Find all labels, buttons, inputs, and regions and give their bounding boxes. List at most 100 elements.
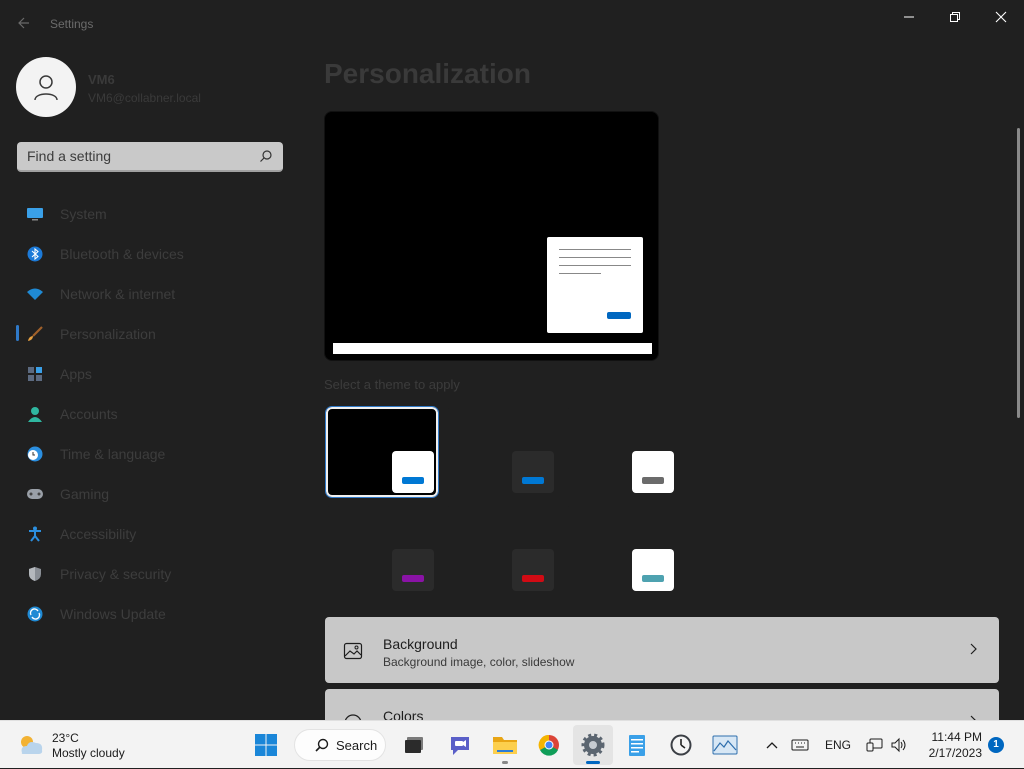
update-icon — [26, 605, 44, 623]
sidebar-nav: System Bluetooth & devices Network & int… — [16, 194, 288, 634]
sidebar-item-network[interactable]: Network & internet — [16, 274, 288, 314]
sidebar-item-label: Network & internet — [60, 286, 176, 302]
notification-badge[interactable]: 1 — [988, 737, 1004, 753]
card-title: Colors — [383, 708, 424, 720]
sidebar-item-label: Personalization — [60, 326, 156, 342]
sidebar-item-personalization[interactable]: Personalization — [16, 314, 288, 354]
taskbar-clock[interactable]: 11:44 PM 2/17/2023 — [920, 729, 982, 761]
chrome-icon — [538, 734, 559, 756]
sidebar-item-label: Accessibility — [60, 526, 137, 542]
show-hidden-icons-button[interactable] — [760, 721, 784, 769]
theme-accent-swatch — [642, 575, 664, 582]
running-indicator — [502, 761, 508, 764]
user-icon — [34, 75, 58, 101]
preview-accent-button — [607, 312, 631, 319]
preview-taskbar — [333, 343, 652, 354]
sidebar-item-system[interactable]: System — [16, 194, 288, 234]
photos-icon — [712, 735, 738, 755]
network-icon — [866, 738, 883, 752]
settings-icon — [581, 733, 605, 757]
sidebar-item-label: Privacy & security — [60, 566, 172, 582]
clock-globe-icon — [26, 445, 44, 463]
shield-icon — [26, 565, 44, 583]
task-view-button[interactable] — [394, 725, 434, 765]
back-arrow-icon[interactable] — [14, 14, 34, 34]
app-title: Settings — [50, 17, 94, 31]
search-icon[interactable] — [259, 149, 273, 163]
start-icon — [255, 734, 277, 756]
theme-option[interactable] — [566, 407, 678, 497]
theme-accent-swatch — [642, 477, 664, 484]
settings-search[interactable] — [17, 142, 283, 172]
chevron-up-icon — [766, 742, 778, 749]
theme-accent-swatch — [402, 477, 424, 484]
apps-icon — [26, 365, 44, 383]
teams-chat-icon — [451, 737, 469, 755]
scrollbar[interactable] — [1017, 128, 1020, 418]
taskbar-search[interactable]: Search — [294, 729, 386, 761]
user-email: VM6@collabner.local — [88, 91, 201, 105]
theme-option[interactable] — [566, 505, 678, 595]
theme-window-swatch — [632, 451, 674, 493]
chrome-button[interactable] — [529, 725, 569, 765]
theme-accent-swatch — [522, 477, 544, 484]
taskbar: 23°C Mostly cloudy Search ENG 11:44 PM 2… — [0, 720, 1024, 768]
sidebar-item-accounts[interactable]: Accounts — [16, 394, 288, 434]
sidebar-item-time-language[interactable]: Time & language — [16, 434, 288, 474]
sidebar-item-gaming[interactable]: Gaming — [16, 474, 288, 514]
network-button[interactable] — [864, 721, 886, 769]
search-input[interactable] — [17, 142, 257, 170]
notepad-button[interactable] — [617, 725, 657, 765]
cloudy-icon — [21, 736, 43, 754]
theme-option[interactable] — [446, 505, 558, 595]
themes-section-label: Select a theme to apply — [324, 377, 460, 392]
theme-option[interactable] — [325, 406, 439, 498]
theme-window-swatch — [392, 451, 434, 493]
settings-taskbar-button[interactable] — [573, 725, 613, 765]
theme-accent-swatch — [402, 575, 424, 582]
sidebar-item-apps[interactable]: Apps — [16, 354, 288, 394]
taskbar-search-label: Search — [336, 737, 378, 753]
sidebar-item-windows-update[interactable]: Windows Update — [16, 594, 288, 634]
file-explorer-button[interactable] — [485, 725, 525, 765]
sidebar-item-label: Bluetooth & devices — [60, 246, 184, 262]
sidebar-item-privacy-security[interactable]: Privacy & security — [16, 554, 288, 594]
clock-date: 2/17/2023 — [928, 746, 982, 760]
sidebar-item-label: Accounts — [60, 406, 118, 422]
theme-preview — [324, 111, 659, 361]
theme-window-swatch — [512, 451, 554, 493]
volume-button[interactable] — [888, 721, 910, 769]
palette-icon — [344, 714, 362, 720]
touch-keyboard-button[interactable] — [788, 721, 812, 769]
weather-temperature: 23°C — [52, 731, 79, 745]
theme-option[interactable] — [326, 505, 438, 595]
main-content: Personalization Select a theme to apply … — [324, 0, 1024, 720]
sidebar-item-label: Time & language — [60, 446, 166, 462]
clock-app-button[interactable] — [661, 725, 701, 765]
clock-app-icon — [670, 734, 692, 756]
preview-text-line — [559, 249, 631, 250]
theme-window-swatch — [632, 549, 674, 591]
teams-chat-button[interactable] — [440, 725, 480, 765]
notepad-icon — [629, 735, 645, 756]
active-indicator — [586, 761, 600, 764]
input-language[interactable]: ENG — [820, 721, 856, 769]
colors-card[interactable]: Colors — [325, 689, 999, 720]
weather-description: Mostly cloudy — [52, 746, 125, 760]
theme-window-swatch — [512, 549, 554, 591]
sidebar-item-accessibility[interactable]: Accessibility — [16, 514, 288, 554]
preview-text-line — [559, 265, 631, 266]
person-icon — [26, 405, 44, 423]
page-title: Personalization — [324, 58, 531, 89]
start-button[interactable] — [246, 725, 286, 765]
theme-option[interactable] — [446, 407, 558, 497]
theme-window-swatch — [392, 549, 434, 591]
search-icon — [315, 738, 329, 752]
photos-button[interactable] — [705, 725, 745, 765]
chevron-right-icon — [970, 643, 977, 655]
sidebar-item-label: System — [60, 206, 107, 222]
sidebar-item-bluetooth[interactable]: Bluetooth & devices — [16, 234, 288, 274]
card-subtitle: Background image, color, slideshow — [383, 655, 575, 669]
background-card[interactable]: Background Background image, color, slid… — [325, 617, 999, 683]
monitor-icon — [26, 205, 44, 223]
